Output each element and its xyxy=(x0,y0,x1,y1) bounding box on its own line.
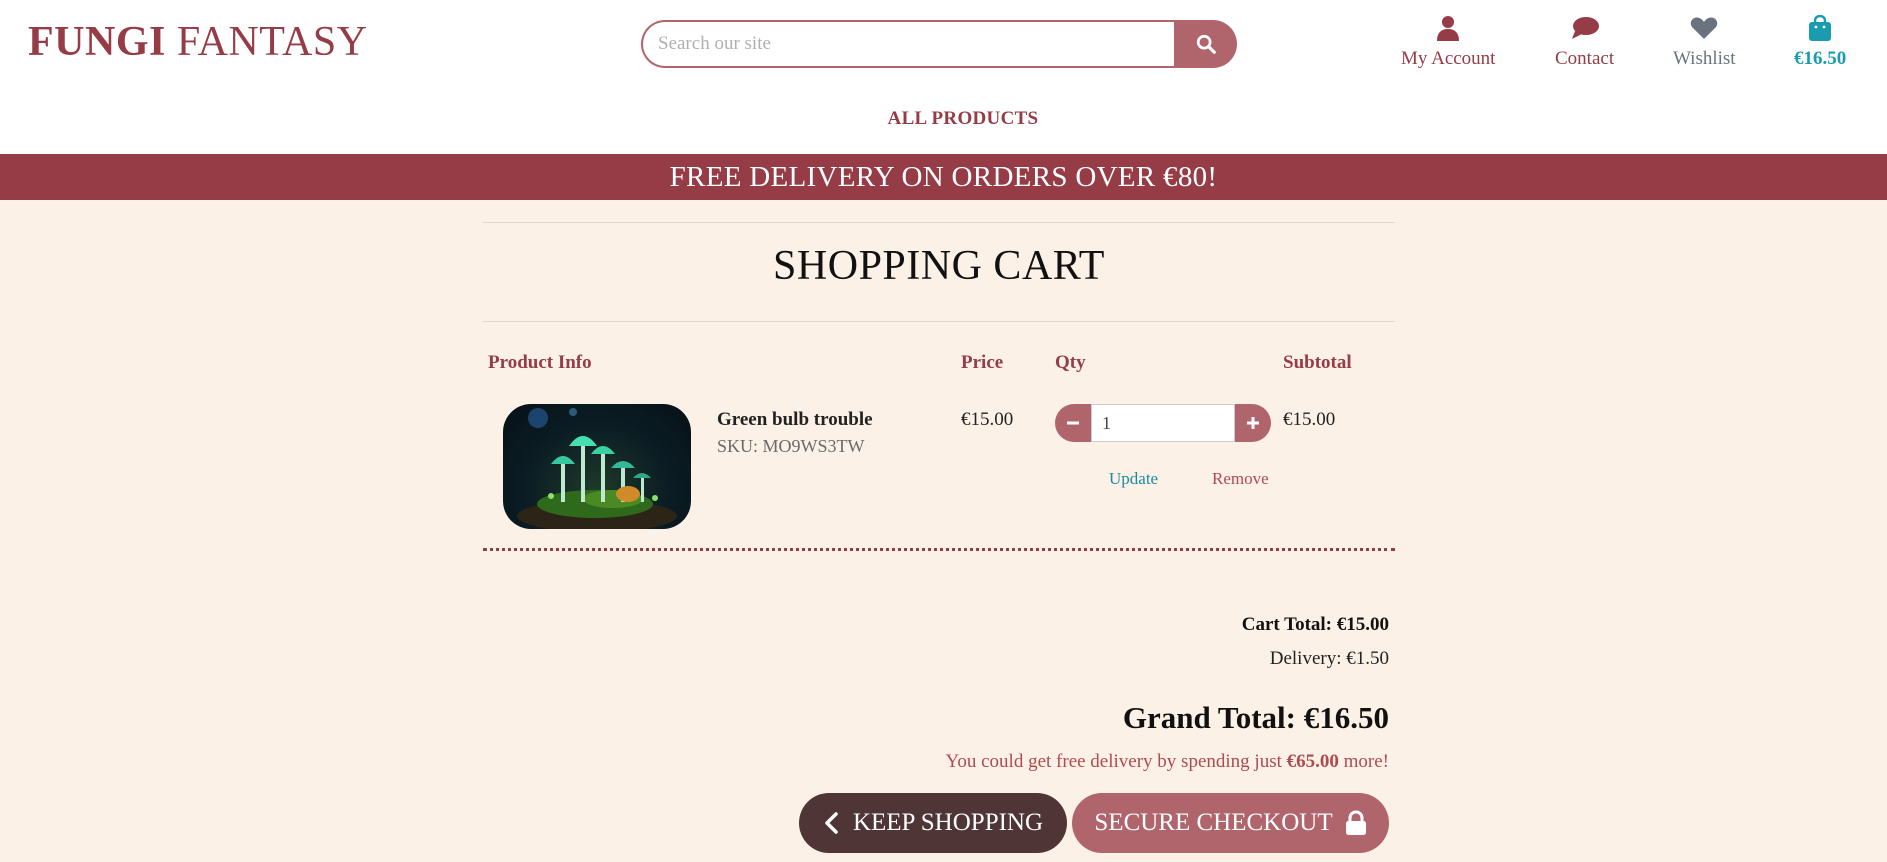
lock-icon xyxy=(1345,810,1366,835)
divider-top xyxy=(483,222,1395,223)
quantity-input[interactable] xyxy=(1091,404,1235,442)
site-logo[interactable]: FUNGI FANTASY xyxy=(28,18,368,66)
plus-icon xyxy=(1247,417,1259,429)
shopping-bag-link[interactable]: €16.50 xyxy=(1794,14,1846,70)
bag-total: €16.50 xyxy=(1794,48,1847,69)
product-image[interactable] xyxy=(503,404,691,529)
product-sku: SKU: MO9WS3TW xyxy=(717,436,865,456)
delivery-cost: Delivery: €1.50 xyxy=(1269,648,1389,669)
site-header: FUNGI FANTASY My Account Contact Wishlis… xyxy=(0,0,1887,154)
page-title: SHOPPING CART xyxy=(773,243,1105,289)
search-icon xyxy=(1196,34,1216,54)
search-input[interactable] xyxy=(641,20,1175,68)
wishlist-link[interactable]: Wishlist xyxy=(1673,14,1736,70)
contact-link[interactable]: Contact xyxy=(1555,14,1614,70)
product-price: €15.00 xyxy=(961,409,1014,430)
mushroom-illustration xyxy=(517,408,677,529)
divider-title xyxy=(483,321,1395,322)
heart-icon xyxy=(1690,14,1718,42)
free-msg-amount: €65.00 xyxy=(1286,751,1339,772)
chat-bubble-icon xyxy=(1571,14,1599,42)
update-link[interactable]: Update xyxy=(1109,469,1158,489)
chevron-left-icon xyxy=(825,812,838,834)
header-product-info: Product Info xyxy=(488,352,592,373)
my-account-label: My Account xyxy=(1401,48,1496,69)
user-icon xyxy=(1436,14,1460,42)
free-delivery-banner: FREE DELIVERY ON ORDERS OVER €80! xyxy=(0,154,1887,200)
remove-link[interactable]: Remove xyxy=(1212,469,1269,489)
cart-total: Cart Total: €15.00 xyxy=(1241,614,1389,635)
product-name[interactable]: Green bulb trouble xyxy=(717,409,873,431)
decrease-qty-button[interactable] xyxy=(1055,404,1091,442)
product-subtotal: €15.00 xyxy=(1283,409,1336,430)
free-msg-suffix: more! xyxy=(1338,751,1389,772)
cart-divider xyxy=(483,548,1395,551)
contact-label: Contact xyxy=(1555,48,1615,69)
header-qty: Qty xyxy=(1055,352,1086,373)
secure-checkout-button[interactable]: SECURE CHECKOUT xyxy=(1072,793,1389,853)
grand-total: Grand Total: €16.50 xyxy=(1122,700,1389,735)
search-form xyxy=(641,20,1237,68)
secure-checkout-label: SECURE CHECKOUT xyxy=(1094,809,1333,836)
increase-qty-button[interactable] xyxy=(1235,404,1271,442)
keep-shopping-label: KEEP SHOPPING xyxy=(852,809,1044,836)
free-delivery-message: You could get free delivery by spending … xyxy=(946,751,1389,773)
shopping-bag-icon xyxy=(1808,14,1832,42)
minus-icon xyxy=(1067,421,1079,425)
logo-bold: FUNGI xyxy=(28,19,166,65)
logo-light: FANTASY xyxy=(176,19,368,65)
free-msg-prefix: You could get free delivery by spending … xyxy=(945,751,1287,772)
header-subtotal: Subtotal xyxy=(1283,352,1352,373)
all-products-link[interactable]: ALL PRODUCTS xyxy=(0,108,1887,130)
header-price: Price xyxy=(961,352,1004,373)
quantity-stepper xyxy=(1055,404,1271,442)
my-account-link[interactable]: My Account xyxy=(1401,14,1495,70)
wishlist-label: Wishlist xyxy=(1673,48,1736,69)
search-button[interactable] xyxy=(1174,20,1237,68)
keep-shopping-button[interactable]: KEEP SHOPPING xyxy=(799,793,1067,853)
